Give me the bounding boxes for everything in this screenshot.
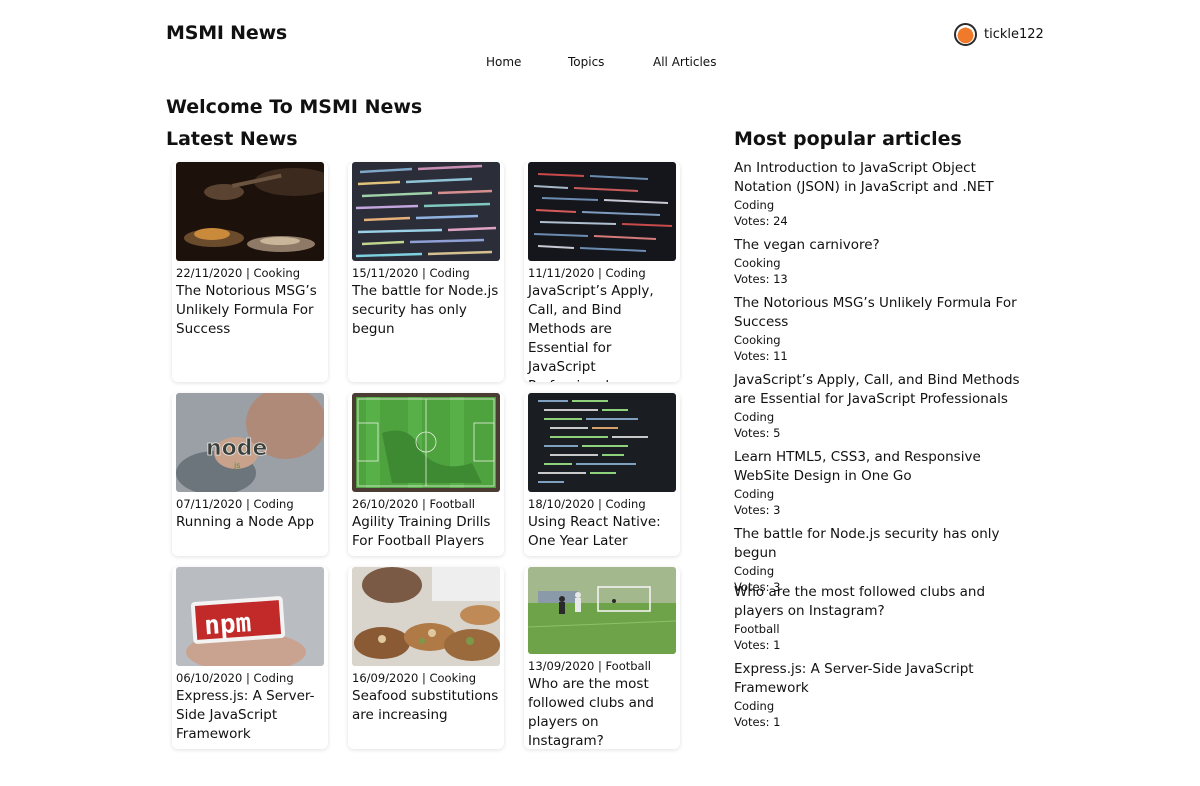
nav-home[interactable]: Home bbox=[486, 55, 521, 69]
article-thumbnail bbox=[528, 567, 676, 654]
popular-article-topic: Coding bbox=[734, 198, 775, 212]
article-meta: 07/11/2020 | Coding bbox=[176, 497, 294, 511]
article-meta: 11/11/2020 | Coding bbox=[528, 266, 646, 280]
latest-news-heading: Latest News bbox=[166, 128, 298, 150]
article-title: Express.js: A Server-Side JavaScript Fra… bbox=[176, 688, 315, 742]
article-meta: 06/10/2020 | Coding bbox=[176, 671, 294, 685]
popular-article-topic: Coding bbox=[734, 699, 775, 713]
popular-article-title[interactable]: Learn HTML5, CSS3, and Responsive WebSit… bbox=[734, 448, 1034, 486]
popular-article-votes: Votes: 5 bbox=[734, 426, 781, 440]
article-meta: 26/10/2020 | Football bbox=[352, 497, 475, 511]
popular-article-votes: Votes: 1 bbox=[734, 715, 781, 729]
node-logo-icon: node bbox=[206, 436, 267, 461]
popular-article-title[interactable]: An Introduction to JavaScript Object Not… bbox=[734, 159, 1034, 197]
article-card[interactable]: 11/11/2020 | Coding JavaScript’s Apply, … bbox=[524, 162, 680, 382]
article-thumbnail: npm bbox=[176, 567, 324, 666]
article-title: Running a Node App bbox=[176, 514, 315, 530]
popular-article-votes: Votes: 13 bbox=[734, 272, 788, 286]
avatar bbox=[954, 23, 977, 46]
article-title: Who are the most followed clubs and play… bbox=[528, 676, 655, 749]
popular-article: Express.js: A Server-Side JavaScript Fra… bbox=[734, 660, 1034, 730]
user-menu[interactable]: tickle122 bbox=[954, 23, 1044, 46]
article-thumbnail bbox=[352, 393, 500, 492]
popular-article-topic: Cooking bbox=[734, 333, 781, 347]
article-meta: 16/09/2020 | Cooking bbox=[352, 671, 477, 685]
popular-article-topic: Coding bbox=[734, 487, 775, 501]
popular-article: The Notorious MSG’s Unlikely Formula For… bbox=[734, 294, 1034, 364]
main-nav: Home Topics All Articles bbox=[0, 55, 1200, 73]
npm-logo-icon: npm bbox=[203, 608, 252, 641]
nav-all-articles[interactable]: All Articles bbox=[653, 55, 716, 69]
article-thumbnail bbox=[528, 393, 676, 492]
article-title: Agility Training Drills For Football Pla… bbox=[352, 514, 491, 549]
username: tickle122 bbox=[984, 27, 1044, 42]
article-title: Seafood substitutions are increasing bbox=[352, 688, 499, 723]
article-title: The battle for Node.js security has only… bbox=[352, 283, 499, 337]
article-card[interactable]: npm 06/10/2020 | Coding Express.js: A Se… bbox=[172, 567, 328, 749]
article-meta: 18/10/2020 | Coding bbox=[528, 497, 646, 511]
popular-article: Learn HTML5, CSS3, and Responsive WebSit… bbox=[734, 448, 1034, 518]
popular-article-title[interactable]: The Notorious MSG’s Unlikely Formula For… bbox=[734, 294, 1034, 332]
article-thumbnail bbox=[528, 162, 676, 261]
article-card[interactable]: 16/09/2020 | Cooking Seafood substitutio… bbox=[348, 567, 504, 749]
site-logo[interactable]: MSMI News bbox=[166, 22, 287, 44]
popular-article-topic: Cooking bbox=[734, 256, 781, 270]
article-title: Using React Native: One Year Later bbox=[528, 514, 661, 549]
popular-article-votes: Votes: 3 bbox=[734, 503, 781, 517]
page-title: Welcome To MSMI News bbox=[166, 96, 423, 118]
popular-articles-heading: Most popular articles bbox=[734, 128, 962, 150]
popular-article: The vegan carnivore? Cooking Votes: 13 bbox=[734, 236, 1034, 287]
popular-article-topic: Coding bbox=[734, 410, 775, 424]
popular-article-votes: Votes: 1 bbox=[734, 638, 781, 652]
article-card[interactable]: 18/10/2020 | Coding Using React Native: … bbox=[524, 393, 680, 556]
popular-article-votes: Votes: 11 bbox=[734, 349, 788, 363]
article-thumbnail bbox=[352, 162, 500, 261]
article-thumbnail bbox=[352, 567, 500, 666]
article-card[interactable]: 15/11/2020 | Coding The battle for Node.… bbox=[348, 162, 504, 382]
popular-article: JavaScript’s Apply, Call, and Bind Metho… bbox=[734, 371, 1034, 441]
popular-article: Who are the most followed clubs and play… bbox=[734, 583, 1034, 653]
popular-article: An Introduction to JavaScript Object Not… bbox=[734, 159, 1034, 229]
article-title: The Notorious MSG’s Unlikely Formula For… bbox=[176, 283, 317, 337]
article-meta: 22/11/2020 | Cooking bbox=[176, 266, 301, 280]
article-card[interactable]: 26/10/2020 | Football Agility Training D… bbox=[348, 393, 504, 556]
popular-article-votes: Votes: 24 bbox=[734, 214, 788, 228]
article-card[interactable]: 22/11/2020 | Cooking The Notorious MSG’s… bbox=[172, 162, 328, 382]
article-card[interactable]: node js 07/11/2020 | Coding Running a No… bbox=[172, 393, 328, 556]
article-thumbnail bbox=[176, 162, 324, 261]
article-card[interactable]: 13/09/2020 | Football Who are the most f… bbox=[524, 567, 680, 749]
popular-article-title[interactable]: Who are the most followed clubs and play… bbox=[734, 583, 1034, 621]
article-title: JavaScript’s Apply, Call, and Bind Metho… bbox=[528, 283, 654, 382]
nav-topics[interactable]: Topics bbox=[568, 55, 604, 69]
article-meta: 13/09/2020 | Football bbox=[528, 659, 651, 673]
popular-article-topic: Coding bbox=[734, 564, 775, 578]
popular-article-topic: Football bbox=[734, 622, 780, 636]
article-meta: 15/11/2020 | Coding bbox=[352, 266, 470, 280]
popular-article-title[interactable]: Express.js: A Server-Side JavaScript Fra… bbox=[734, 660, 1034, 698]
popular-article-title[interactable]: The vegan carnivore? bbox=[734, 236, 1034, 255]
article-thumbnail: node js bbox=[176, 393, 324, 492]
popular-article-title[interactable]: The battle for Node.js security has only… bbox=[734, 525, 1034, 563]
popular-article-title[interactable]: JavaScript’s Apply, Call, and Bind Metho… bbox=[734, 371, 1034, 409]
node-logo-sub: js bbox=[233, 461, 240, 470]
